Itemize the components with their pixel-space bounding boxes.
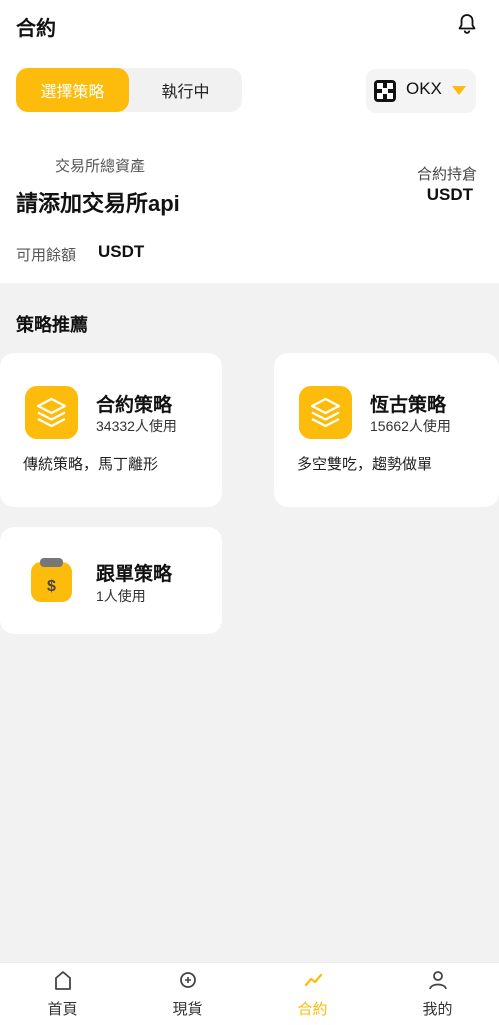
layers-icon (299, 386, 352, 439)
contract-position-label: 合約持倉 (416, 166, 477, 183)
available-balance-label: 可用餘額 (16, 247, 77, 264)
add-exchange-api-link[interactable]: 請添加交易所api (16, 186, 180, 218)
tab-select-strategy[interactable]: 選擇策略 (16, 68, 129, 112)
home-icon (54, 971, 71, 990)
clipboard-dollar-icon: $ (31, 558, 72, 602)
strategy-name: 合約策略 (96, 395, 173, 416)
strategy-name: 跟單策略 (96, 564, 173, 585)
tab-home[interactable]: 首頁 (0, 963, 125, 1025)
bottom-tab-bar: 首頁 現貨 合約 我的 (0, 962, 499, 1025)
tab-contract[interactable]: 合約 (250, 963, 375, 1025)
strategy-users: 15662人使用 (370, 418, 451, 434)
tab-label: 現貨 (172, 1001, 203, 1018)
strategy-users: 34332人使用 (96, 418, 177, 434)
total-assets-label: 交易所總資產 (55, 158, 146, 175)
strategy-users: 1人使用 (96, 588, 146, 604)
strategy-card-copy-trade[interactable]: $ 跟單策略 1人使用 (0, 527, 222, 634)
contract-icon (304, 973, 322, 987)
strategy-desc: 多空雙吃，趨勢做單 (297, 456, 433, 473)
tab-profile[interactable]: 我的 (375, 963, 499, 1025)
strategy-desc: 傳統策略，馬丁離形 (23, 456, 159, 473)
available-balance-value: USDT (98, 242, 145, 261)
page-title: 合約 (16, 18, 56, 40)
caret-down-icon (452, 86, 466, 95)
tab-running[interactable]: 執行中 (129, 68, 242, 112)
exchange-name: OKX (406, 79, 442, 98)
profile-icon (428, 971, 447, 990)
header-panel: 合約 選擇策略 執行中 OKX 交易所總資產 請添加交易所api 合約持倉 US… (0, 0, 499, 283)
okx-logo-icon (374, 80, 396, 102)
svg-text:$: $ (47, 578, 56, 595)
strategy-segment-control: 選擇策略 執行中 (16, 68, 242, 112)
spot-icon (179, 972, 196, 988)
layers-icon (25, 386, 78, 439)
section-title: 策略推薦 (16, 315, 88, 335)
bell-icon[interactable] (455, 12, 479, 36)
strategy-name: 恆古策略 (370, 395, 447, 416)
tab-spot[interactable]: 現貨 (125, 963, 250, 1025)
strategy-card-henggu[interactable]: 恆古策略 15662人使用 多空雙吃，趨勢做單 (274, 353, 499, 507)
tab-label: 我的 (422, 1001, 453, 1018)
tab-label: 合約 (297, 1001, 328, 1018)
tab-label: 首頁 (47, 1001, 78, 1018)
exchange-selector[interactable]: OKX (366, 69, 476, 113)
strategy-card-contract[interactable]: 合約策略 34332人使用 傳統策略，馬丁離形 (0, 353, 222, 507)
contract-position-value: USDT (426, 185, 473, 204)
